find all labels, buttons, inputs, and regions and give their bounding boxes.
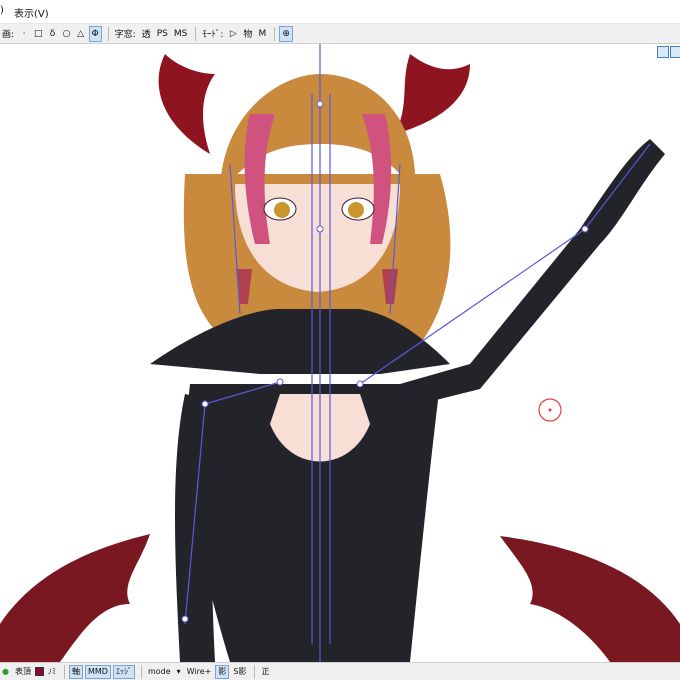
edge-toggle[interactable]: ｴｯｼﾞ <box>112 664 135 679</box>
material-color-swatch[interactable] <box>34 667 44 676</box>
bone-joint <box>316 100 324 108</box>
left-horn <box>158 54 215 154</box>
toolbar-divider <box>195 26 197 41</box>
play-icon[interactable]: ▷ <box>227 26 239 42</box>
m-button[interactable]: M <box>256 26 268 42</box>
shadow-toggle[interactable]: 影 <box>215 664 230 679</box>
status-bar: ● 表頂 ﾉﾐ 軸 MMD ｴｯｼﾞ mode ▾ Wire+ 影 S影 正 <box>0 662 680 680</box>
model-render <box>0 44 680 662</box>
toolbar-divider <box>274 26 276 41</box>
status-divider <box>140 664 142 679</box>
right-wing <box>500 536 680 662</box>
expression-label[interactable]: 表頂 <box>13 665 33 679</box>
phi-tool-button[interactable]: Φ <box>88 25 102 42</box>
target-icon[interactable]: ⊕ <box>279 25 293 42</box>
status-icon: ● <box>2 667 9 676</box>
point-tool-button[interactable]: · <box>18 26 30 42</box>
view-rotate-icon[interactable] <box>670 46 680 58</box>
physics-button[interactable]: 物 <box>241 26 254 42</box>
view-move-icon[interactable] <box>657 46 669 58</box>
chevron-down-icon[interactable]: ▾ <box>175 665 183 679</box>
menu-item-previous[interactable]: ) <box>0 5 4 16</box>
bone-joint <box>181 615 189 623</box>
status-divider <box>254 664 256 679</box>
target-cursor-center <box>548 408 552 412</box>
mode-select[interactable]: mode <box>146 665 173 679</box>
right-horn <box>395 54 470 134</box>
transparent-button[interactable]: 透 <box>140 26 153 42</box>
cursor-window-label: 字窓: <box>114 30 136 40</box>
delta-tool-button[interactable]: δ <box>47 26 59 42</box>
right-iris <box>348 202 364 218</box>
self-shadow-toggle[interactable]: S影 <box>231 665 248 679</box>
wire-toggle[interactable]: Wire+ <box>185 665 214 679</box>
bone-joint <box>356 380 364 388</box>
toolbar: 画: · □ δ ○ △ Φ 字窓: 透 PS MS ﾓｰﾄﾞ: ▷ 物 M ⊕ <box>0 24 680 44</box>
circle-tool-button[interactable]: ○ <box>61 26 73 42</box>
status-divider <box>63 664 65 679</box>
mode-label: ﾓｰﾄﾞ: <box>202 30 224 40</box>
menu-bar: ) 表示(V) <box>0 0 680 24</box>
left-iris <box>274 202 290 218</box>
axis-toggle[interactable]: 軸 <box>68 664 83 679</box>
toolbar-divider <box>107 26 109 41</box>
triangle-tool-button[interactable]: △ <box>75 26 87 42</box>
bone-joint <box>201 400 209 408</box>
menu-item-view[interactable]: 表示(V) <box>14 5 49 20</box>
bone-joint <box>581 225 589 233</box>
3d-viewport[interactable] <box>0 44 680 662</box>
draw-mode-label: 画: <box>2 30 15 40</box>
bone-joint <box>316 225 324 233</box>
mmd-toggle[interactable]: MMD <box>84 664 111 679</box>
no-label[interactable]: ﾉﾐ <box>46 665 58 679</box>
ms-button[interactable]: MS <box>172 26 189 42</box>
left-wing <box>0 534 150 662</box>
bone-joint <box>276 378 284 386</box>
ps-button[interactable]: PS <box>155 26 170 42</box>
front-view-button[interactable]: 正 <box>259 665 271 679</box>
rect-tool-button[interactable]: □ <box>32 26 45 42</box>
